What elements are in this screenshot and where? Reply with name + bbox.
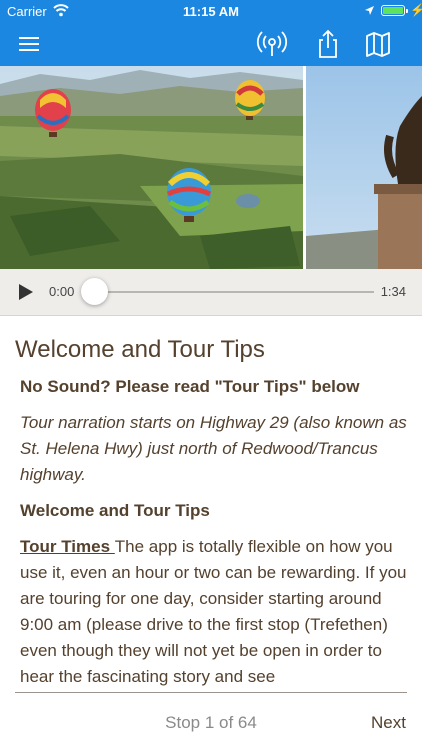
stop-counter: Stop 1 of 64 (165, 713, 257, 732)
stop-body: No Sound? Please read "Tour Tips" below … (20, 374, 410, 692)
charging-bolt-icon: ⚡ (410, 3, 422, 17)
play-icon[interactable] (16, 282, 36, 302)
narration-note: Tour narration starts on Highway 29 (als… (20, 413, 407, 484)
share-icon[interactable] (312, 28, 344, 60)
next-button[interactable]: Next (371, 713, 406, 733)
page-title: Welcome and Tour Tips (15, 336, 265, 363)
stop-content: Welcome and Tour Tips No Sound? Please r… (0, 316, 422, 692)
progress-slider[interactable] (81, 278, 374, 305)
tour-times-paragraph: Tour Times The app is totally flexible o… (20, 534, 410, 690)
tour-times-text: The app is totally flexible on how you u… (20, 537, 407, 686)
tour-times-link[interactable]: Tour Times (20, 537, 115, 556)
footer-nav: Stop 1 of 64 Next (0, 693, 422, 750)
battery-icon (381, 5, 408, 16)
nav-bar (0, 22, 422, 66)
total-time: 1:34 (380, 284, 406, 299)
audio-player: 0:00 1:34 (0, 269, 422, 316)
broadcast-icon[interactable] (256, 28, 288, 60)
status-time: 11:15 AM (183, 4, 239, 19)
no-sound-notice: No Sound? Please read "Tour Tips" below (20, 377, 360, 396)
hamburger-menu-icon[interactable] (14, 28, 46, 60)
section-heading: Welcome and Tour Tips (20, 501, 210, 520)
current-time: 0:00 (49, 284, 75, 299)
location-arrow-icon (364, 4, 375, 19)
hero-image (0, 66, 422, 269)
map-icon[interactable] (362, 28, 394, 60)
slider-knob[interactable] (81, 278, 108, 305)
status-bar: Carrier 11:15 AM ⚡ (0, 0, 422, 22)
